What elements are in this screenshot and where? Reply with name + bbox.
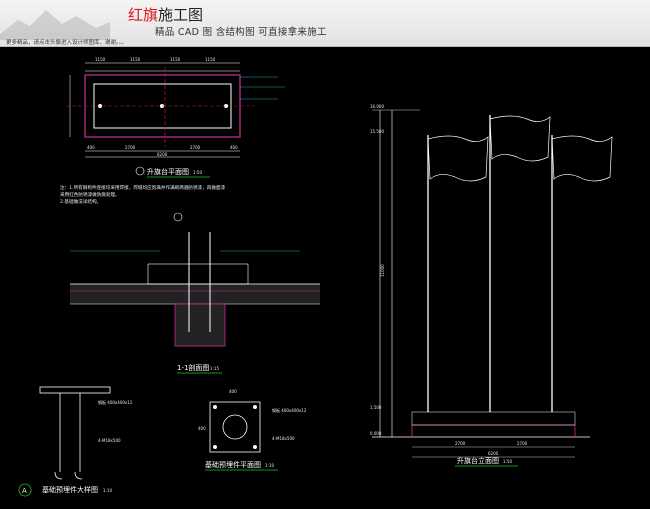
notes-line-3: 2.基础做法详结构。 <box>60 198 101 205</box>
detail-marker: A <box>22 487 27 495</box>
section-view: 1-1剖面图 1:15 <box>70 212 320 374</box>
elev-height-2: 15.500 <box>370 129 384 134</box>
embed-label-1: 钢板 400x400x12 <box>272 407 307 413</box>
elev-height-4: 1.500 <box>370 405 382 410</box>
brand-title: 红旗施工图 <box>128 4 203 25</box>
embed-dim-1: 400 <box>229 389 237 394</box>
plan-title: 升旗台平面图 <box>147 167 189 176</box>
embed-dim-2: 400 <box>198 426 206 431</box>
notes-line-1: 注：1.所有钢构件连接均采用焊接，焊缝均应饱满并作满刷两遍防锈漆，再做面漆 <box>60 184 226 191</box>
detail-label-2: 4-M18x500 <box>98 438 121 443</box>
elevation-title: 升旗台立面图 <box>457 456 499 465</box>
general-notes: 注：1.所有钢构件连接均采用焊接，焊缝均应饱满并作满刷两遍防锈漆，再做面漆 采用… <box>60 184 226 205</box>
plan-dim-top-4: 1150 <box>205 57 216 62</box>
elev-dim-1: 2700 <box>455 441 466 446</box>
plan-dim-total: 6200 <box>157 152 168 157</box>
elevation-scale: 1:50 <box>503 459 512 464</box>
plan-dim-top-3: 1150 <box>170 57 181 62</box>
detail-scale: 1:10 <box>103 488 112 493</box>
brand-rest-text: 施工图 <box>158 6 204 24</box>
mountain-decoration <box>0 10 110 40</box>
elev-dim-2: 2700 <box>517 441 528 446</box>
elev-height-5: 0.000 <box>370 431 382 436</box>
embed-plan: 400 400 钢板 400x400x12 4-M18x500 基础预埋件平面图… <box>198 389 307 471</box>
section-scale: 1:15 <box>210 366 219 371</box>
plan-dim-top-1: 1150 <box>95 57 106 62</box>
plan-dim-bottom-2: 2700 <box>125 145 136 150</box>
elev-height-1: 16.000 <box>370 104 384 109</box>
brand-red-text: 红旗 <box>128 6 159 24</box>
plan-scale: 1:50 <box>193 170 202 175</box>
header-banner: 红旗施工图 精品 CAD 图 含结构图 可直接拿来施工 更多精品，请点击头像进入… <box>0 0 650 47</box>
embed-label-2: 4-M18x500 <box>272 436 295 441</box>
plan-dim-top-2: 1150 <box>130 57 141 62</box>
embed-title: 基础预埋件平面图 <box>205 460 261 469</box>
detail-label-1: 钢板 400x400x12 <box>98 399 133 405</box>
section-title: 1-1剖面图 <box>177 363 209 372</box>
elevation-view: 16.000 15.500 11000 1.500 0.000 2700 270… <box>370 104 613 467</box>
plan-dim-bottom-4: 400 <box>230 145 238 150</box>
embed-detail: 钢板 400x400x12 4-M18x500 A 基础预埋件大样图 1:10 <box>18 386 133 497</box>
elev-height-3: 11000 <box>380 264 385 277</box>
plan-dim-bottom-3: 2700 <box>190 145 201 150</box>
notes-line-2: 采用红色防锈漆做防腐处理。 <box>60 191 120 198</box>
embed-scale: 1:10 <box>265 463 274 468</box>
designer-note: 更多精品，请点击头像进入设计师图库，谢谢。。。 <box>6 40 128 46</box>
cad-drawing-canvas: 1150 1150 1150 1150 400 2700 2700 400 62… <box>0 47 650 505</box>
cad-drawing: 1150 1150 1150 1150 400 2700 2700 400 62… <box>18 57 613 497</box>
plan-view: 1150 1150 1150 1150 400 2700 2700 400 62… <box>66 57 285 178</box>
subtitle: 精品 CAD 图 含结构图 可直接拿来施工 <box>155 27 327 38</box>
detail-title: 基础预埋件大样图 <box>42 485 98 494</box>
elev-dim-total: 6200 <box>488 451 499 456</box>
plan-dim-bottom-1: 400 <box>87 145 95 150</box>
